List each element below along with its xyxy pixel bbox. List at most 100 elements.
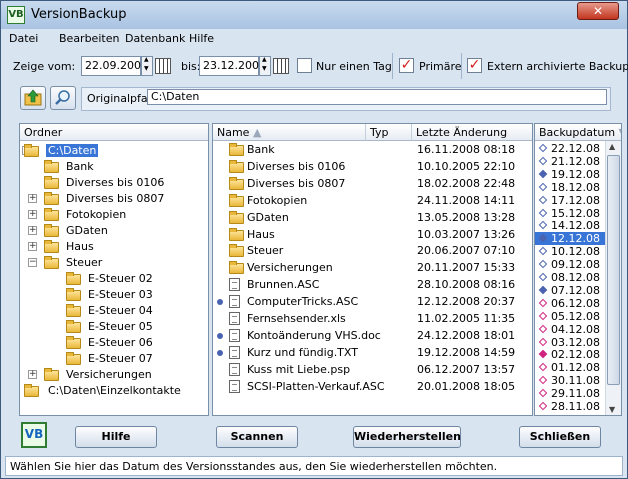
file-row[interactable]: ComputerTricks.ASC 12.12.2008 20:37	[213, 294, 532, 310]
file-name: ComputerTricks.ASC	[247, 295, 359, 309]
file-row[interactable]: Fotokopien 24.11.2008 14:11	[213, 193, 532, 209]
file-row[interactable]: Kuss mit Liebe.psp 06.12.2007 13:57	[213, 362, 532, 378]
backup-date-item[interactable]: 17.12.08	[535, 194, 607, 207]
scroll-up-icon[interactable]: ▲	[609, 142, 615, 151]
backup-date-label: 17.12.08	[551, 193, 600, 207]
tree-item[interactable]: E-Steuer 06	[20, 335, 208, 351]
to-date-field[interactable]: 23.12.2008	[199, 56, 266, 76]
file-changed-date: 20.01.2008 18:05	[417, 379, 516, 393]
file-row[interactable]: Diverses bis 0106 10.10.2005 22:10	[213, 159, 532, 175]
tree-item[interactable]: Bank	[20, 159, 208, 175]
menu-hilfe[interactable]: Hilfe	[189, 32, 214, 45]
tree-item[interactable]: C:\Daten\Einzelkontakte	[20, 383, 208, 399]
type-column-header[interactable]: Typ	[366, 124, 412, 141]
backup-date-item[interactable]: 29.11.08	[535, 387, 607, 400]
help-button[interactable]: Hilfe	[75, 426, 157, 448]
scroll-down-icon[interactable]: ▼	[609, 405, 615, 414]
backup-date-item[interactable]: 21.12.08	[535, 155, 607, 168]
backup-date-item[interactable]: 28.11.08	[535, 400, 607, 413]
external-label: Extern archivierte Backups	[487, 60, 628, 73]
backup-date-item[interactable]: 08.12.08	[535, 271, 607, 284]
backup-date-item[interactable]: 09.12.08	[535, 258, 607, 271]
collapse-icon[interactable]: −	[28, 258, 37, 267]
tree-header[interactable]: Ordner	[20, 124, 208, 141]
expand-icon[interactable]: +	[28, 370, 37, 379]
backup-date-item[interactable]: 10.12.08	[535, 245, 607, 258]
to-date-spinner[interactable]	[259, 56, 271, 76]
tree-item-label: GDaten	[66, 224, 108, 237]
menu-bearbeiten[interactable]: Bearbeiten	[59, 32, 119, 45]
primary-label: Primäre	[419, 60, 462, 73]
from-date-spinner[interactable]	[141, 56, 153, 76]
external-checkbox[interactable]: ✓	[467, 58, 482, 73]
backup-date-item[interactable]: 02.12.08	[535, 348, 607, 361]
expand-icon[interactable]: +	[28, 226, 37, 235]
file-row[interactable]: Kurz und fündig.TXT 19.12.2008 14:59	[213, 345, 532, 361]
one-day-checkbox[interactable]	[297, 58, 312, 73]
tree-item[interactable]: E-Steuer 07	[20, 351, 208, 367]
backup-date-item[interactable]: 06.12.08	[535, 297, 607, 310]
backup-diamond-icon	[538, 401, 548, 411]
backup-date-item[interactable]: 15.12.08	[535, 207, 607, 220]
backup-date-item[interactable]: 12.12.08	[535, 232, 607, 246]
tree-item[interactable]: E-Steuer 02	[20, 271, 208, 287]
menu-datenbank[interactable]: Datenbank	[125, 32, 185, 45]
close-button[interactable]: Schließen	[519, 426, 601, 448]
tree-item[interactable]: + Versicherungen	[20, 367, 208, 383]
file-row[interactable]: Versicherungen 20.11.2007 15:33	[213, 260, 532, 276]
from-date-field[interactable]: 22.09.2008	[81, 56, 148, 76]
file-row[interactable]: Fernsehsender.xls 11.02.2005 11:35	[213, 311, 532, 327]
file-row[interactable]: SCSI-Platten-Verkauf.ASC 20.01.2008 18:05	[213, 379, 532, 395]
expand-icon[interactable]: +	[28, 194, 37, 203]
menu-datei[interactable]: Datei	[9, 32, 38, 45]
file-row[interactable]: Steuer 20.06.2007 07:10	[213, 243, 532, 259]
search-button[interactable]	[50, 86, 76, 110]
file-row[interactable]: Kontoänderung VHS.doc 24.12.2008 18:01	[213, 328, 532, 344]
tree-item[interactable]: E-Steuer 03	[20, 287, 208, 303]
title-bar[interactable]: VB VersionBackup ✕	[1, 1, 627, 29]
primary-checkbox[interactable]: ✓	[399, 58, 414, 73]
file-row[interactable]: Diverses bis 0807 18.02.2008 22:48	[213, 176, 532, 192]
file-row[interactable]: GDaten 13.05.2008 13:28	[213, 210, 532, 226]
backup-date-item[interactable]: 07.12.08	[535, 284, 607, 297]
backup-diamond-icon	[538, 363, 548, 372]
restore-button[interactable]: Wiederherstellen	[353, 426, 461, 448]
scan-button[interactable]: Scannen	[216, 426, 298, 448]
backup-date-item[interactable]: 18.12.08	[535, 181, 607, 194]
tree-item[interactable]: + Fotokopien	[20, 207, 208, 223]
tree-item[interactable]: + Haus	[20, 239, 208, 255]
close-window-button[interactable]: ✕	[577, 2, 619, 20]
file-row[interactable]: Bank 16.11.2008 08:18	[213, 142, 532, 158]
tree-item[interactable]: − Steuer	[20, 255, 208, 271]
up-folder-button[interactable]	[20, 86, 46, 110]
backup-date-item[interactable]: 03.12.08	[535, 336, 607, 349]
backup-date-header[interactable]: Backupdatum ▼	[535, 124, 621, 141]
backup-date-item[interactable]: 05.12.08	[535, 310, 607, 323]
backup-date-item[interactable]: 04.12.08	[535, 323, 607, 336]
tree-item[interactable]: E-Steuer 04	[20, 303, 208, 319]
name-column-header[interactable]: Name ▲	[213, 124, 366, 141]
backup-date-item[interactable]: 19.12.08	[535, 168, 607, 181]
tree-item[interactable]: Diverses bis 0106	[20, 175, 208, 191]
expand-icon[interactable]: +	[28, 242, 37, 251]
file-row[interactable]: Brunnen.ASC 28.10.2008 08:16	[213, 277, 532, 293]
tree-item[interactable]: + GDaten	[20, 223, 208, 239]
backup-date-item[interactable]: 22.12.08	[535, 142, 607, 155]
backup-scrollbar[interactable]: ▲ ▼	[605, 141, 621, 415]
backup-date-item[interactable]: 14.12.08	[535, 219, 607, 232]
tree-item[interactable]: + Diverses bis 0807	[20, 191, 208, 207]
to-calendar-icon[interactable]	[273, 58, 289, 74]
from-calendar-icon[interactable]	[155, 58, 171, 74]
tree-item[interactable]: E-Steuer 05	[20, 319, 208, 335]
backup-date-item[interactable]: 01.12.08	[535, 361, 607, 374]
tree-item[interactable]: −C:\Daten	[20, 143, 208, 159]
file-row[interactable]: Haus 10.03.2007 13:26	[213, 227, 532, 243]
path-input[interactable]: C:\Daten	[147, 89, 607, 105]
scroll-thumb[interactable]	[607, 155, 620, 385]
backup-date-item[interactable]: 30.11.08	[535, 374, 607, 387]
file-icon	[229, 278, 240, 292]
expand-icon[interactable]: +	[28, 210, 37, 219]
backup-date-label: 05.12.08	[551, 309, 600, 323]
changed-column-header[interactable]: Letzte Änderung	[412, 124, 532, 141]
file-name: Kurz und fündig.TXT	[247, 345, 358, 359]
